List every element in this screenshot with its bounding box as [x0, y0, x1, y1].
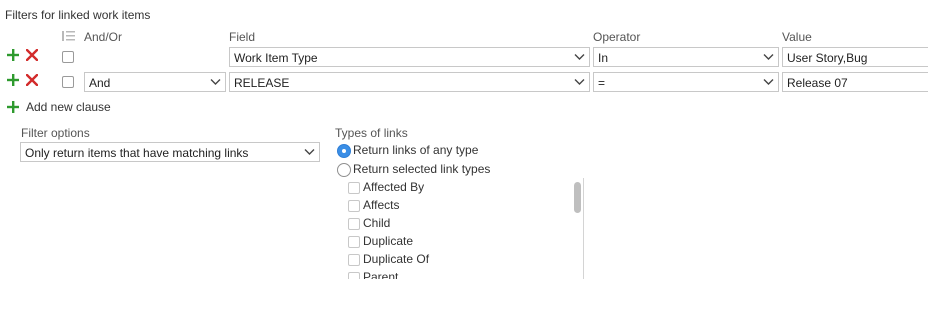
- types-of-links-label: Types of links: [335, 126, 408, 140]
- chevron-down-icon: [304, 148, 315, 156]
- radio-any-type-label[interactable]: Return links of any type: [353, 143, 478, 157]
- chevron-down-icon: [574, 78, 585, 86]
- radio-selected-types-label[interactable]: Return selected link types: [353, 162, 490, 176]
- delete-clause-x-icon[interactable]: [26, 74, 38, 86]
- link-type-label: Parent: [363, 270, 399, 279]
- link-type-checkbox[interactable]: [348, 218, 360, 230]
- list-scrollbar-thumb[interactable]: [574, 182, 581, 213]
- clause-select-checkbox[interactable]: [62, 76, 74, 88]
- delete-clause-x-icon[interactable]: [26, 49, 38, 61]
- link-type-checkbox[interactable]: [348, 200, 360, 212]
- clause-2-field-select[interactable]: RELEASE: [229, 72, 590, 92]
- clause-1-operator-select[interactable]: In: [593, 47, 779, 67]
- chevron-down-icon: [574, 53, 585, 61]
- link-types-list[interactable]: Affected By Affects Child Duplicate Dupl…: [340, 178, 584, 279]
- section-title: Filters for linked work items: [5, 8, 151, 22]
- clause-2-field-value: RELEASE: [234, 76, 290, 90]
- clause-2-and-or-value: And: [89, 76, 111, 90]
- radio-any-type[interactable]: [337, 144, 351, 158]
- chevron-down-icon: [210, 78, 221, 86]
- column-header-operator: Operator: [593, 30, 641, 44]
- clause-2-operator-select[interactable]: =: [593, 72, 779, 92]
- link-type-checkbox[interactable]: [348, 272, 360, 279]
- clause-1-value-text: User Story,Bug: [787, 51, 868, 65]
- add-new-clause-link[interactable]: Add new clause: [26, 100, 111, 114]
- column-header-field: Field: [229, 30, 256, 44]
- link-type-label: Duplicate Of: [363, 252, 430, 266]
- clause-1-field-select[interactable]: Work Item Type: [229, 47, 590, 67]
- column-header-and-or: And/Or: [84, 30, 123, 44]
- link-type-label: Child: [363, 216, 391, 230]
- filter-options-value: Only return items that have matching lin…: [25, 146, 249, 160]
- clause-2-value-input[interactable]: Release 07: [782, 72, 928, 92]
- group-clauses-icon[interactable]: [62, 30, 76, 42]
- clause-1-field-value: Work Item Type: [234, 51, 318, 65]
- link-type-checkbox[interactable]: [348, 182, 360, 194]
- chevron-down-icon: [763, 53, 774, 61]
- link-type-checkbox[interactable]: [348, 236, 360, 248]
- add-clause-plus-icon[interactable]: [7, 74, 19, 86]
- clause-2-and-or-select[interactable]: And: [84, 72, 226, 92]
- link-type-label: Duplicate: [363, 234, 414, 248]
- link-type-label: Affected By: [363, 180, 425, 194]
- clause-select-checkbox[interactable]: [62, 51, 74, 63]
- clause-2-operator-value: =: [598, 76, 606, 90]
- clause-1-operator-value: In: [598, 51, 609, 65]
- add-clause-plus-icon[interactable]: [7, 49, 19, 61]
- filter-options-label: Filter options: [21, 126, 90, 140]
- filter-options-select[interactable]: Only return items that have matching lin…: [20, 142, 320, 162]
- column-header-value: Value: [782, 30, 812, 44]
- clause-1-value-input[interactable]: User Story,Bug: [782, 47, 928, 67]
- radio-selected-types[interactable]: [337, 163, 351, 177]
- link-type-label: Affects: [363, 198, 400, 212]
- chevron-down-icon: [763, 78, 774, 86]
- link-type-checkbox[interactable]: [348, 254, 360, 266]
- add-new-clause-plus-icon[interactable]: [7, 101, 19, 113]
- clause-2-value-text: Release 07: [787, 76, 848, 90]
